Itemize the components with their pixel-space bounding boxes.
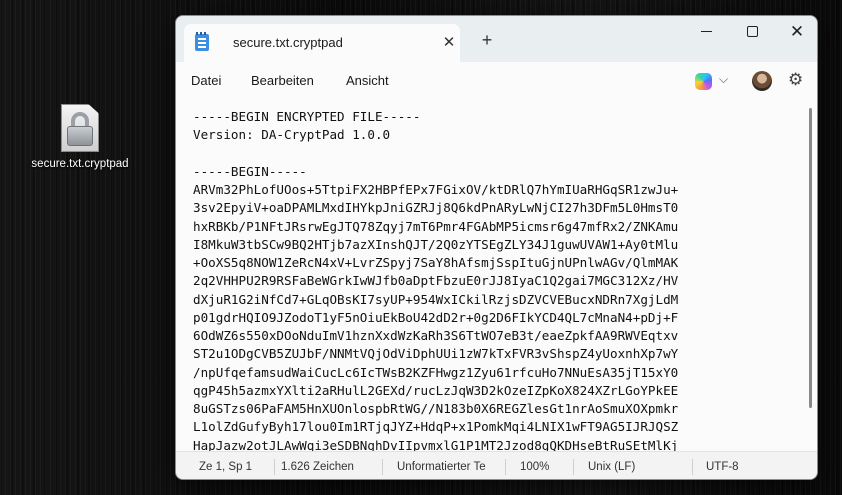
tab-secure-txt-cryptpad[interactable]: secure.txt.cryptpad ✕ xyxy=(184,24,460,62)
notepad-icon xyxy=(195,32,209,51)
close-tab-icon[interactable]: ✕ xyxy=(440,33,458,51)
minimize-icon xyxy=(700,30,712,32)
text-format[interactable]: Unformatierter Te xyxy=(397,461,494,473)
menu-datei[interactable]: Datei xyxy=(191,73,221,88)
close-window-button[interactable]: ✕ xyxy=(774,16,817,46)
notepad-window: secure.txt.cryptpad ✕ + ✕ Datei Bearbeit… xyxy=(175,15,818,480)
menu-bar: Datei Bearbeiten Ansicht ⌵ ⚙ xyxy=(176,62,817,100)
status-divider xyxy=(382,459,383,475)
status-divider xyxy=(573,459,574,475)
cursor-position: Ze 1, Sp 1 xyxy=(199,461,253,473)
gear-icon[interactable]: ⚙ xyxy=(788,70,803,90)
copilot-icon[interactable] xyxy=(695,73,712,90)
new-tab-button[interactable]: + xyxy=(477,30,497,50)
character-count: 1.626 Zeichen xyxy=(281,461,354,473)
status-divider xyxy=(274,459,275,475)
tab-title: secure.txt.cryptpad xyxy=(233,35,343,50)
menu-ansicht[interactable]: Ansicht xyxy=(346,73,389,88)
close-icon: ✕ xyxy=(789,21,805,41)
menu-bearbeiten[interactable]: Bearbeiten xyxy=(251,73,314,88)
desktop-file-label: secure.txt.cryptpad xyxy=(31,158,129,170)
status-divider xyxy=(505,459,506,475)
chevron-down-icon[interactable]: ⌵ xyxy=(719,72,728,87)
editor-content[interactable]: -----BEGIN ENCRYPTED FILE----- Version: … xyxy=(193,108,678,451)
status-divider xyxy=(692,459,693,475)
avatar[interactable] xyxy=(752,71,772,91)
encoding[interactable]: UTF-8 xyxy=(706,461,739,473)
minimize-button[interactable] xyxy=(683,16,729,46)
status-bar: Ze 1, Sp 1 1.626 Zeichen Unformatierter … xyxy=(176,451,817,479)
locked-file-icon xyxy=(61,104,99,152)
maximize-button[interactable] xyxy=(729,16,775,46)
line-ending[interactable]: Unix (LF) xyxy=(588,461,635,473)
text-editor[interactable]: -----BEGIN ENCRYPTED FILE----- Version: … xyxy=(176,100,817,451)
zoom-level[interactable]: 100% xyxy=(520,461,549,473)
maximize-icon xyxy=(746,25,758,37)
desktop-file-shortcut[interactable]: secure.txt.cryptpad xyxy=(20,104,140,170)
title-bar[interactable]: secure.txt.cryptpad ✕ + ✕ xyxy=(176,16,817,62)
vertical-scrollbar[interactable] xyxy=(809,108,812,408)
